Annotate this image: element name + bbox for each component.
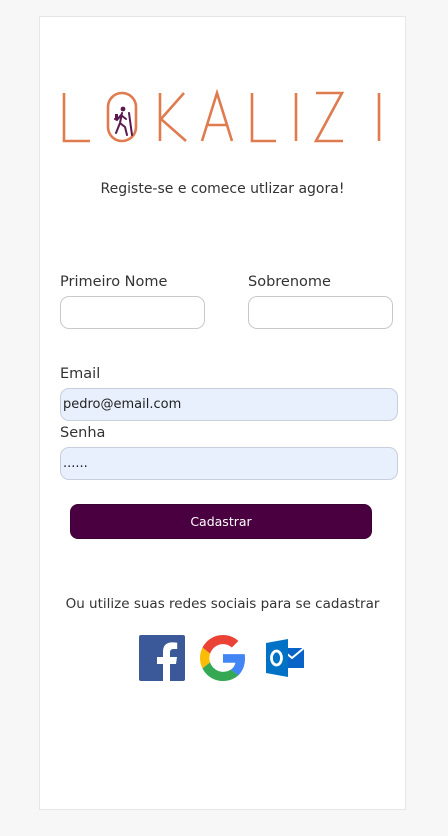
- password-label: Senha: [60, 425, 106, 441]
- email-label: Email: [60, 366, 101, 382]
- first-name-label: Primeiro Nome: [60, 274, 168, 290]
- facebook-icon[interactable]: [139, 635, 185, 681]
- outlook-icon[interactable]: [262, 635, 308, 681]
- tagline: Registe-se e comece utlizar agora!: [100, 181, 345, 197]
- social-signup-text: Ou utilize suas redes sociais para se ca…: [65, 596, 380, 612]
- cadastrar-button[interactable]: Cadastrar: [70, 504, 372, 539]
- signup-card: Registe-se e comece utlizar agora! Prime…: [39, 16, 406, 810]
- email-input[interactable]: [60, 388, 398, 421]
- password-input[interactable]: [60, 447, 398, 480]
- last-name-label: Sobrenome: [248, 274, 331, 290]
- last-name-input[interactable]: [248, 296, 393, 329]
- first-name-input[interactable]: [60, 296, 205, 329]
- lokalizi-logo: [62, 89, 381, 143]
- hiker-icon: [114, 106, 133, 136]
- google-icon[interactable]: [200, 635, 246, 681]
